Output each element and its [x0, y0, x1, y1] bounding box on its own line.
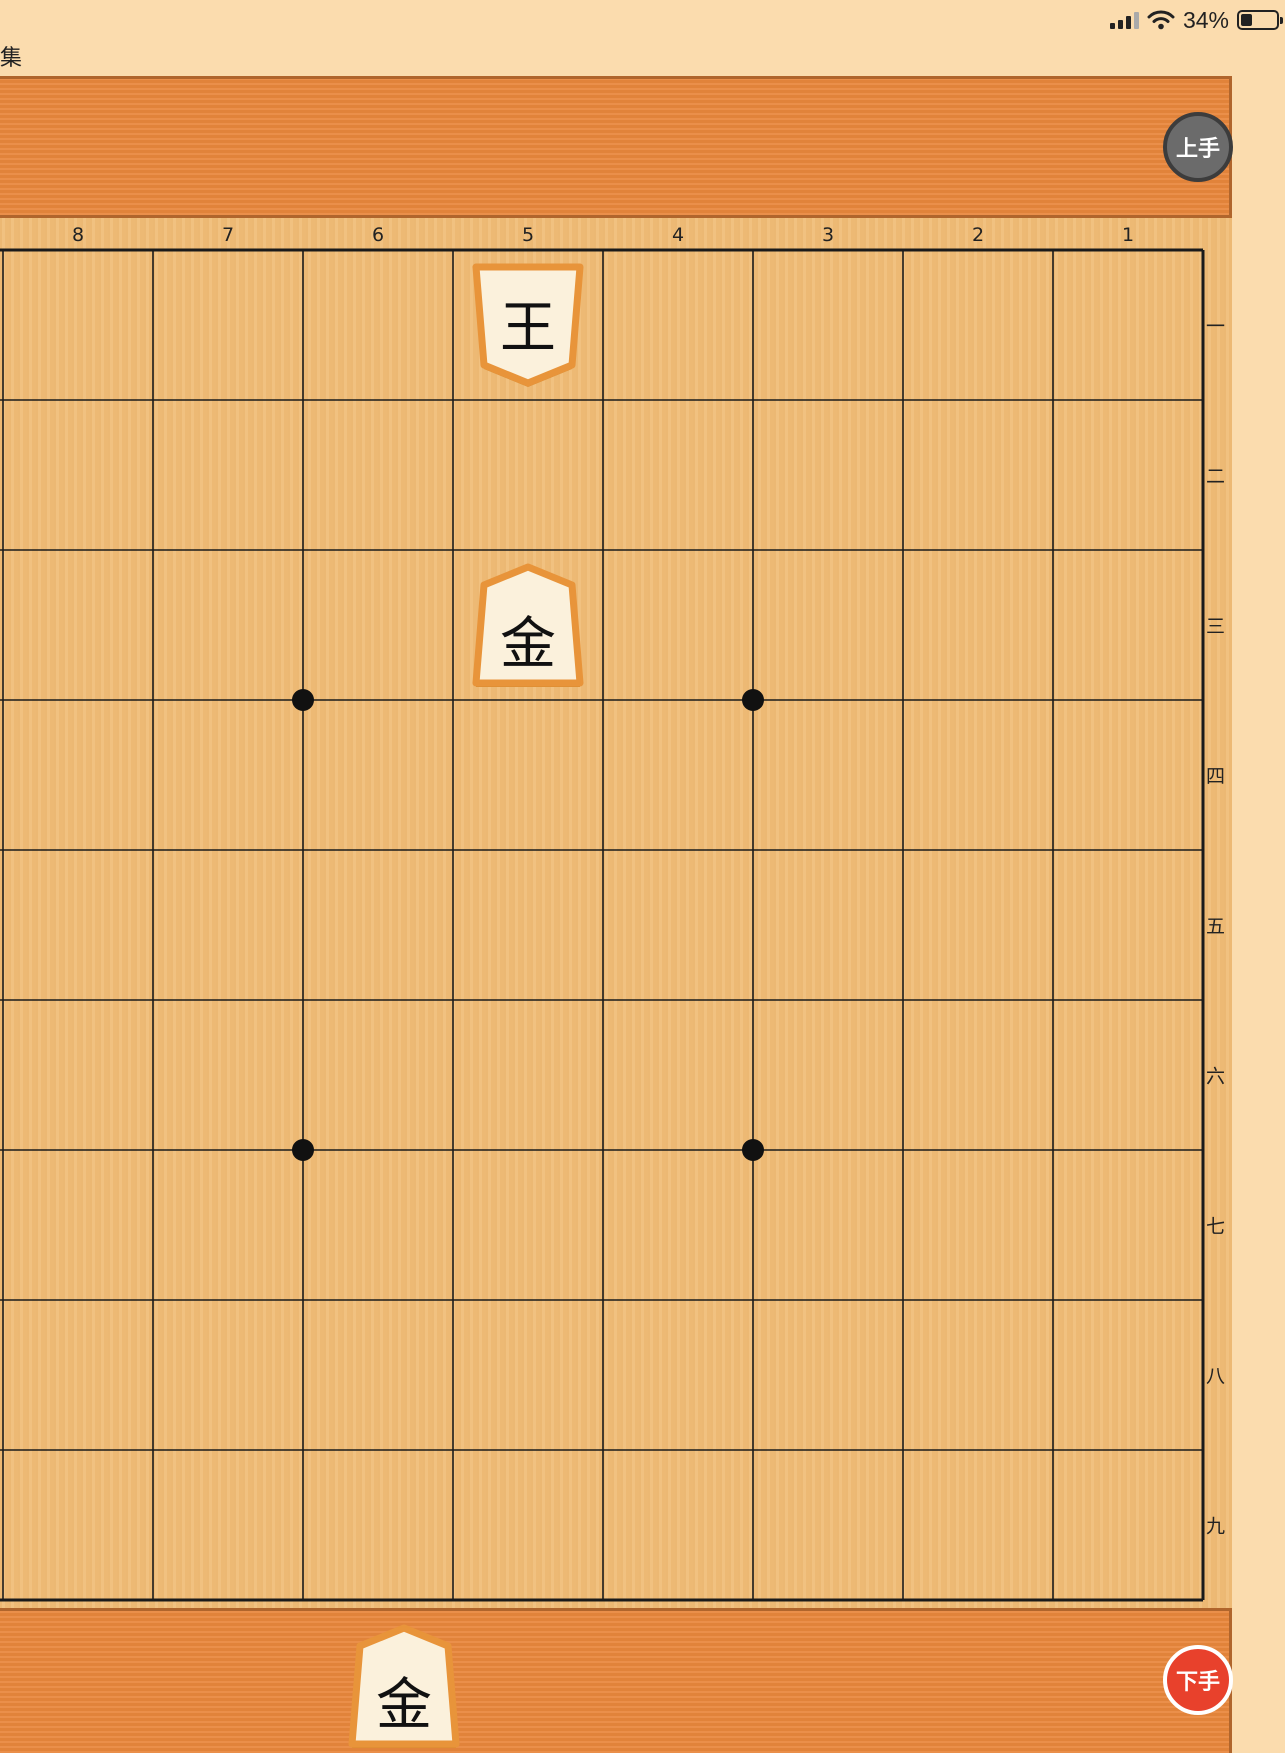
status-bar: 34% — [0, 0, 1285, 40]
star-point — [742, 1139, 764, 1161]
gote-player-badge[interactable]: 上手 — [1163, 112, 1233, 182]
sente-piece-stand — [0, 1608, 1232, 1753]
gold-piece[interactable]: 金 — [468, 561, 588, 689]
wifi-icon — [1147, 10, 1175, 30]
file-label: 8 — [71, 224, 85, 246]
star-point — [292, 689, 314, 711]
board-grid — [0, 248, 1205, 1602]
star-point — [742, 689, 764, 711]
file-label: 7 — [221, 224, 235, 246]
king-piece[interactable]: 王 — [468, 261, 588, 389]
battery-icon — [1237, 10, 1283, 30]
file-label: 2 — [971, 224, 985, 246]
rank-label: 二 — [1206, 465, 1226, 488]
rank-label: 五 — [1206, 915, 1226, 938]
file-label: 5 — [521, 224, 535, 246]
rank-label: 九 — [1206, 1515, 1226, 1538]
rank-label: 一 — [1206, 315, 1226, 338]
status-indicators: 34% — [1109, 6, 1283, 34]
header-text-fragment: 集 — [0, 46, 23, 71]
piece-label: 王 — [500, 296, 556, 361]
shogi-board — [0, 218, 1232, 1608]
rank-label: 七 — [1206, 1215, 1226, 1238]
hand-gold-piece[interactable]: 金 — [344, 1622, 464, 1750]
star-point — [292, 1139, 314, 1161]
rank-label: 六 — [1206, 1065, 1226, 1088]
piece-label: 金 — [500, 612, 556, 677]
battery-percent: 34% — [1182, 6, 1229, 33]
piece-label: 金 — [376, 1673, 432, 1738]
file-label: 4 — [671, 224, 685, 246]
gote-piece-stand — [0, 76, 1232, 218]
file-label: 6 — [371, 224, 385, 246]
file-label: 1 — [1121, 224, 1135, 246]
rank-label: 八 — [1206, 1365, 1226, 1388]
rank-label: 三 — [1206, 615, 1226, 638]
sente-player-badge[interactable]: 下手 — [1163, 1645, 1233, 1715]
cellular-signal-icon — [1109, 11, 1139, 29]
file-label: 3 — [821, 224, 835, 246]
rank-label: 四 — [1206, 765, 1226, 788]
